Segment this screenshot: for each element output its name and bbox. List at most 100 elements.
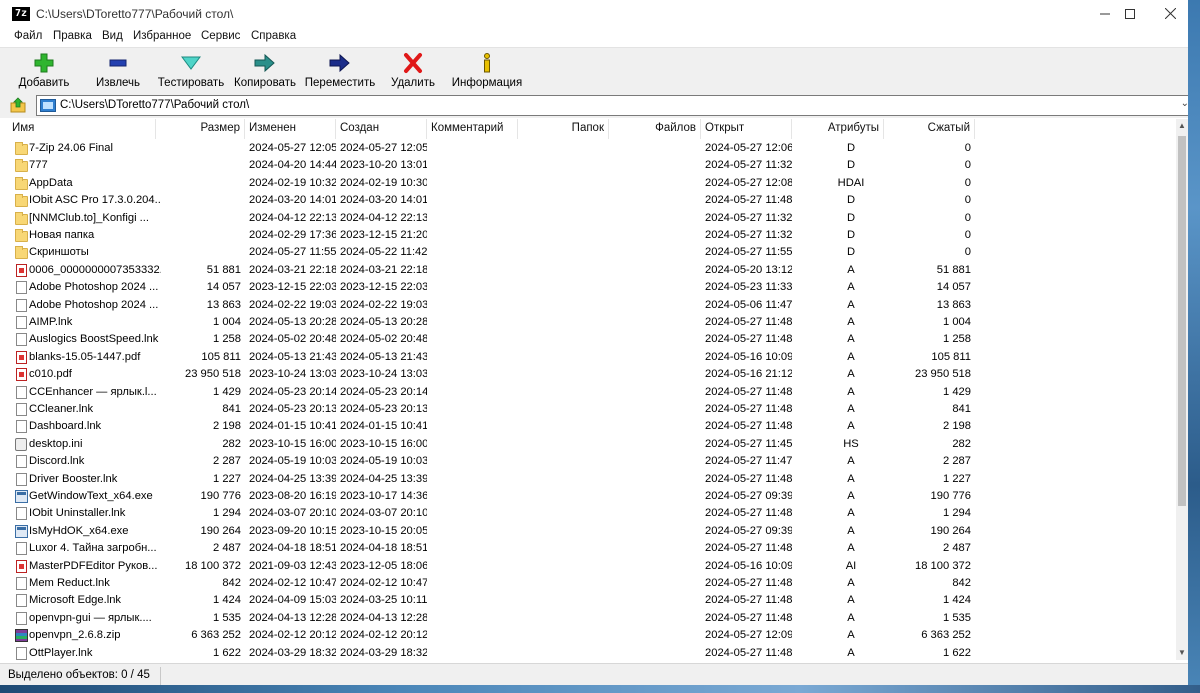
column-header-files[interactable]: Файлов: [609, 119, 701, 139]
menu-bar: Файл Правка Вид Избранное Сервис Справка: [0, 29, 1188, 47]
copy-label: Копировать: [234, 77, 296, 89]
add-button[interactable]: Добавить: [16, 48, 72, 92]
file-row[interactable]: Новая папка 2024-02-29 17:36 2023-12-15 21…: [8, 227, 1176, 244]
close-button[interactable]: [1147, 0, 1193, 29]
column-header-name[interactable]: Имя: [8, 119, 156, 139]
column-header-packed[interactable]: Сжатый: [884, 119, 975, 139]
file-created: 2024-03-21 22:18: [340, 263, 427, 276]
menu-tools[interactable]: Сервис: [201, 30, 240, 42]
folder-up-icon[interactable]: [10, 97, 26, 113]
column-header-created[interactable]: Создан: [336, 119, 427, 139]
file-row[interactable]: MasterPDFEditor Руков... 18 100 372 2021-0…: [8, 558, 1176, 575]
vertical-scrollbar[interactable]: ▲ ▼: [1176, 119, 1188, 660]
file-row[interactable]: Auslogics BoostSpeed.lnk 1 258 2024-05-02 …: [8, 331, 1176, 348]
file-opened: 2024-05-27 11:48: [705, 611, 792, 624]
address-input[interactable]: C:\Users\DToretto777\Рабочий стол\ ⌄: [36, 95, 1192, 116]
file-row[interactable]: blanks-15.05-1447.pdf 105 811 2024-05-13 2…: [8, 349, 1176, 366]
file-row[interactable]: Adobe Photoshop 2024 ... 14 057 2023-12-15…: [8, 279, 1176, 296]
file-created: 2024-05-13 21:43: [340, 350, 427, 363]
file-row[interactable]: desktop.ini 282 2023-10-15 16:00 2023-10-15…: [8, 436, 1176, 453]
file-attr: HDAI: [837, 176, 865, 189]
file-row[interactable]: Luxor 4. Тайна загробн... 2 487 2024-04-18…: [8, 540, 1176, 557]
add-icon: [34, 53, 54, 73]
file-row[interactable]: Driver Booster.lnk 1 227 2024-04-25 13:39 2…: [8, 471, 1176, 488]
file-row[interactable]: 0006_0000000007353332... 51 881 2024-03-21…: [8, 262, 1176, 279]
file-row[interactable]: Microsoft Edge.lnk 1 424 2024-04-09 15:03 2…: [8, 592, 1176, 609]
file-row[interactable]: Dashboard.lnk 2 198 2024-01-15 10:41 2024-0…: [8, 418, 1176, 435]
file-row[interactable]: openvpn-gui — ярлык.... 1 535 2024-04-13 1…: [8, 610, 1176, 627]
file-row[interactable]: Mem Reduct.lnk 842 2024-02-12 10:47 2024-02…: [8, 575, 1176, 592]
file-row[interactable]: CCleaner.lnk 841 2024-05-23 20:13 2024-05-2…: [8, 401, 1176, 418]
test-button[interactable]: Тестировать: [156, 48, 226, 92]
delete-button[interactable]: Удалить: [390, 48, 436, 92]
maximize-icon: [1125, 9, 1135, 19]
menu-edit[interactable]: Правка: [53, 30, 92, 42]
column-header-folders[interactable]: Папок: [518, 119, 609, 139]
file-row[interactable]: [NNMClub.to]_Konfigi ... 2024-04-12 22:13…: [8, 210, 1176, 227]
file-row[interactable]: AppData 2024-02-19 10:32 2024-02-19 10:30 2…: [8, 175, 1176, 192]
scroll-up-icon[interactable]: ▲: [1176, 119, 1188, 133]
file-opened: 2024-05-20 13:12: [705, 263, 792, 276]
scrollbar-thumb[interactable]: [1178, 136, 1186, 506]
file-packed: 1 622: [943, 646, 971, 659]
title-bar[interactable]: 7z C:\Users\DToretto777\Рабочий стол\: [0, 0, 1188, 29]
info-button[interactable]: Информация: [450, 48, 524, 92]
move-button[interactable]: Переместить: [304, 48, 376, 92]
menu-favorites[interactable]: Избранное: [133, 30, 191, 42]
column-header-attributes[interactable]: Атрибуты: [792, 119, 884, 139]
file-opened: 2024-05-27 11:45: [705, 437, 792, 450]
column-header-size[interactable]: Размер: [156, 119, 245, 139]
file-row[interactable]: 777 2024-04-20 14:44 2023-10-20 13:01 2024-…: [8, 157, 1176, 174]
file-modified: 2024-05-23 20:14: [249, 385, 336, 398]
file-name: openvpn-gui — ярлык....: [29, 611, 152, 624]
file-packed: 1 258: [943, 333, 971, 346]
file-row[interactable]: Скриншоты 2024-05-27 11:55 2024-05-22 11:4…: [8, 244, 1176, 261]
file-name: c010.pdf: [29, 368, 72, 381]
file-modified: 2024-05-02 20:48: [249, 333, 336, 346]
scroll-down-icon[interactable]: ▼: [1176, 646, 1188, 660]
copy-button[interactable]: Копировать: [232, 48, 298, 92]
file-row[interactable]: OttPlayer.lnk 1 622 2024-03-29 18:32 2024-0…: [8, 645, 1176, 660]
file-created: 2024-04-13 12:28: [340, 611, 427, 624]
file-modified: 2024-03-21 22:18: [249, 263, 336, 276]
column-header-opened[interactable]: Открыт: [701, 119, 792, 139]
file-packed: 0: [964, 211, 971, 224]
file-row[interactable]: IObit Uninstaller.lnk 1 294 2024-03-07 20:…: [8, 505, 1176, 522]
file-row[interactable]: IObit ASC Pro 17.3.0.204... 2024-03-20 14…: [8, 192, 1176, 209]
file-row[interactable]: openvpn_2.6.8.zip 6 363 252 2024-02-12 20:…: [8, 627, 1176, 644]
file-attr: A: [847, 646, 855, 659]
file-packed: 2 287: [943, 455, 971, 468]
file-row[interactable]: AIMP.lnk 1 004 2024-05-13 20:28 2024-05-13 …: [8, 314, 1176, 331]
file-row[interactable]: IsMyHdOK_x64.exe 190 264 2023-09-20 10:15 2…: [8, 523, 1176, 540]
file-size: 1 004: [213, 316, 241, 328]
file-row[interactable]: c010.pdf 23 950 518 2023-10-24 13:03 2023-1…: [8, 366, 1176, 383]
file-modified: 2023-10-15 16:00: [249, 437, 336, 450]
menu-help[interactable]: Справка: [251, 30, 296, 42]
file-modified: 2024-05-27 12:05: [249, 142, 336, 154]
status-bar: Выделено объектов: 0 / 45: [0, 663, 1188, 687]
menu-view[interactable]: Вид: [102, 30, 123, 42]
file-name: [NNMClub.to]_Konfigi ...: [29, 211, 150, 224]
file-created: 2023-10-20 13:01: [340, 159, 427, 172]
file-row[interactable]: CCEnhancer — ярлык.l... 1 429 2024-05-23 2…: [8, 384, 1176, 401]
file-size: 1 622: [213, 646, 241, 659]
menu-file[interactable]: Файл: [14, 30, 42, 42]
file-list[interactable]: Имя Размер Изменен Создан Комментарий Па…: [8, 119, 1176, 660]
column-header-modified[interactable]: Изменен: [245, 119, 336, 139]
file-row[interactable]: Discord.lnk 2 287 2024-05-19 10:03 2024-05-…: [8, 453, 1176, 470]
file-modified: 2023-08-20 16:19: [249, 490, 336, 502]
file-name: IObit ASC Pro 17.3.0.204...: [29, 194, 161, 207]
move-arrow-icon: [329, 53, 350, 73]
file-name: Adobe Photoshop 2024 ...: [29, 281, 159, 294]
column-header-comment[interactable]: Комментарий: [427, 119, 518, 139]
file-modified: 2024-03-07 20:10: [249, 507, 336, 520]
file-packed: 1 294: [943, 507, 971, 520]
file-created: 2024-05-22 11:42: [340, 246, 427, 259]
file-attr: A: [847, 611, 855, 624]
file-modified: 2024-03-29 18:32: [249, 646, 336, 659]
extract-button[interactable]: Извлечь: [92, 48, 144, 92]
file-row[interactable]: 7-Zip 24.06 Final 2024-05-27 12:05 2024-05…: [8, 140, 1176, 157]
file-opened: 2024-05-27 11:55: [705, 246, 792, 259]
file-row[interactable]: GetWindowText_x64.exe 190 776 2023-08-20 1…: [8, 488, 1176, 505]
file-row[interactable]: Adobe Photoshop 2024 ... 13 863 2024-02-22…: [8, 297, 1176, 314]
